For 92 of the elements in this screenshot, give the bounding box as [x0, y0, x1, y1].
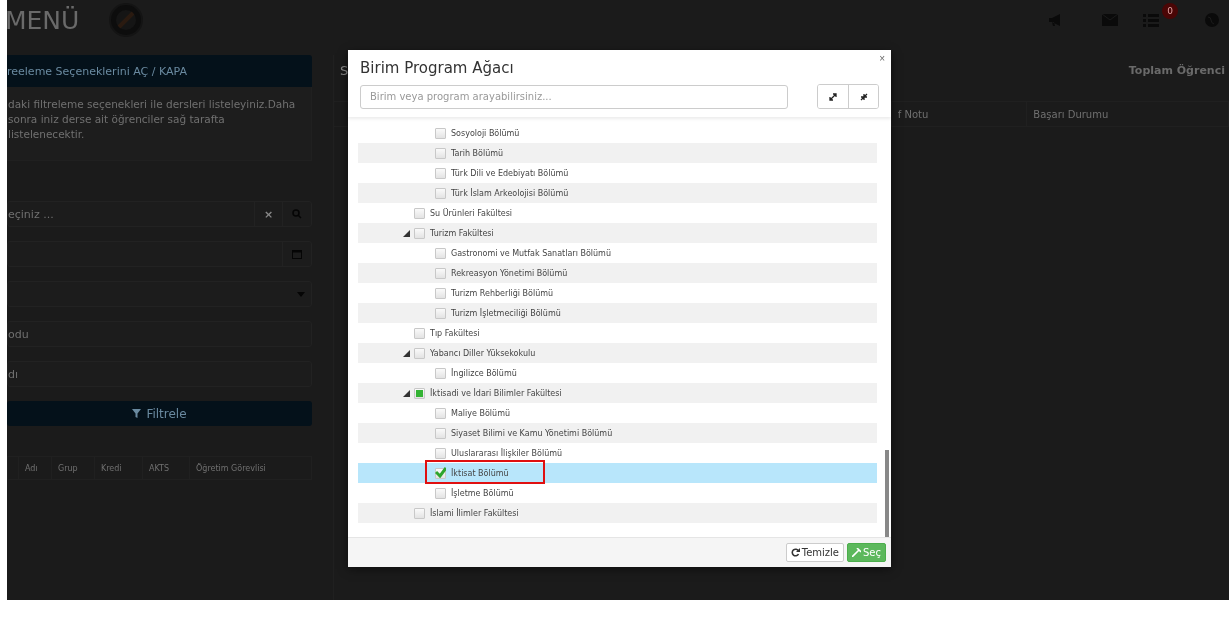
checkbox[interactable] [435, 427, 446, 439]
column-header: AKTS [142, 457, 189, 479]
checkbox[interactable] [414, 227, 425, 239]
total-students-label: Toplam Öğrenci [1128, 63, 1225, 77]
tree-row[interactable]: Gastronomi ve Mutfak Sanatları Bölümü [358, 243, 877, 263]
menu-title: MENÜ [7, 5, 80, 35]
column-header: Kredi [94, 457, 142, 479]
tree-item-label: Maliye Bölümü [451, 408, 510, 418]
checkbox[interactable] [435, 147, 446, 159]
tree-item-label: Sosyoloji Bölümü [451, 128, 520, 138]
tree-item-label: İslami İlimler Fakültesi [430, 508, 519, 518]
expander-icon[interactable] [403, 229, 410, 237]
tree-row[interactable]: İslami İlimler Fakültesi [358, 503, 877, 523]
checkbox[interactable] [435, 167, 446, 179]
checkbox[interactable] [435, 407, 446, 419]
tree-row[interactable]: Yabancı Diller Yüksekokulu [358, 343, 877, 363]
checkbox[interactable] [435, 467, 446, 479]
tree-row[interactable]: Su Ürünleri Fakültesi [358, 203, 877, 223]
tree-search-field[interactable]: Birim veya program arayabilirsiniz... [360, 84, 788, 109]
tree-row[interactable]: Türk İslam Arkeolojisi Bölümü [358, 183, 877, 203]
tree-item-label: Türk Dili ve Edebiyatı Bölümü [451, 168, 569, 178]
tree-row[interactable]: İktisadi ve İdari Bilimler Fakültesi [358, 383, 877, 403]
filter-description: daki filtreleme seçenekleri ile dersleri listeleyiniz.Daha sonra iniz derse ait öğrenciler sağ tarafta listelenecektir. [7, 87, 312, 161]
tree-row[interactable]: İktisat Bölümü [358, 463, 877, 483]
tree-item-label: Gastronomi ve Mutfak Sanatları Bölümü [451, 248, 611, 258]
tree-row[interactable]: Turizm Fakültesi [358, 223, 877, 243]
tree-item-label: Yabancı Diller Yüksekokulu [430, 348, 536, 358]
tree-row[interactable]: İngilizce Bölümü [358, 363, 877, 383]
checkbox[interactable] [435, 187, 446, 199]
tree-item-label: Siyaset Bilimi ve Kamu Yönetimi Bölümü [451, 428, 613, 438]
tree-row[interactable]: Maliye Bölümü [358, 403, 877, 423]
checkbox[interactable] [414, 507, 425, 519]
clear-button[interactable]: × [254, 202, 282, 226]
filter-button[interactable]: Filtrele [7, 401, 312, 426]
close-button[interactable]: × [879, 53, 885, 65]
checkbox[interactable] [435, 367, 446, 379]
tree-row[interactable]: Tarih Bölümü [358, 143, 877, 163]
clear-button[interactable]: Temizle [785, 543, 844, 562]
panel-title: S [340, 62, 349, 78]
checkbox[interactable] [414, 327, 425, 339]
tree-row[interactable]: Rekreasyon Yönetimi Bölümü [358, 263, 877, 283]
tree-item-label: Turizm İşletmeciliği Bölümü [451, 308, 561, 318]
university-logo-icon [109, 3, 144, 37]
tree-item-label: Türk İslam Arkeolojisi Bölümü [451, 188, 569, 198]
checkbox[interactable] [435, 127, 446, 139]
date-field[interactable] [7, 241, 312, 267]
tree-row[interactable]: Turizm Rehberliği Bölümü [358, 283, 877, 303]
collapse-arrows-icon [859, 92, 868, 101]
tree-item-label: İktisadi ve İdari Bilimler Fakültesi [430, 388, 562, 398]
checkbox[interactable] [414, 347, 425, 359]
tree-item-label: İngilizce Bölümü [451, 368, 517, 378]
modal-title: Birim Program Ağacı [360, 58, 515, 79]
tree-item-label: Uluslararası İlişkiler Bölümü [451, 448, 563, 458]
checkbox[interactable] [435, 307, 446, 319]
checkbox[interactable] [435, 247, 446, 259]
tree-item-label: İşletme Bölümü [451, 488, 514, 498]
course-search-field[interactable]: eçiniz ... × [7, 201, 312, 227]
checkbox[interactable] [435, 447, 446, 459]
expander-icon[interactable] [403, 349, 410, 357]
tree-row[interactable]: Turizm İşletmeciliği Bölümü [358, 303, 877, 323]
checkbox[interactable] [414, 207, 425, 219]
pencil-icon [852, 548, 861, 557]
tree-row[interactable]: Sosyoloji Bölümü [358, 123, 877, 143]
collapse-all-button[interactable] [848, 85, 878, 108]
expander-icon[interactable] [403, 389, 410, 397]
column-header: Öğretim Görevlisi [189, 457, 266, 479]
tree-row[interactable]: Tıp Fakültesi [358, 323, 877, 343]
tree-row[interactable]: Siyaset Bilimi ve Kamu Yönetimi Bölümü [358, 423, 877, 443]
checkbox[interactable] [435, 267, 446, 279]
filter-toggle-bar[interactable]: reeleme Seçeneklerini AÇ / KAPA [7, 55, 312, 87]
tree-row[interactable]: Türk Dili ve Edebiyatı Bölümü [358, 163, 877, 183]
tree-item-label: Tarih Bölümü [451, 148, 504, 158]
notification-badge: 0 [1162, 3, 1178, 19]
tree-item-label: İktisat Bölümü [451, 468, 509, 478]
tree-item-label: Turizm Fakültesi [430, 228, 494, 238]
refresh-icon [790, 548, 800, 557]
dropdown-caret-icon[interactable] [297, 291, 305, 297]
column-header: Grup [51, 457, 94, 479]
tree-row[interactable]: İşletme Bölümü [358, 483, 877, 503]
tree-item-label: Rekreasyon Yönetimi Bölümü [451, 268, 568, 278]
tree-item-label: Tıp Fakültesi [430, 328, 480, 338]
tree-item-label: Turizm Rehberliği Bölümü [451, 288, 554, 298]
checkbox[interactable] [414, 387, 425, 399]
select-field[interactable] [7, 281, 312, 307]
column-header: Adı [18, 457, 51, 479]
tree-row[interactable]: Uluslararası İlişkiler Bölümü [358, 443, 877, 463]
filter-icon [132, 409, 142, 418]
checkbox[interactable] [435, 487, 446, 499]
column-header: Başarı Durumu [1027, 102, 1229, 126]
tree-item-label: Su Ürünleri Fakültesi [430, 208, 513, 218]
checkbox[interactable] [435, 287, 446, 299]
expand-arrows-icon [829, 92, 837, 101]
